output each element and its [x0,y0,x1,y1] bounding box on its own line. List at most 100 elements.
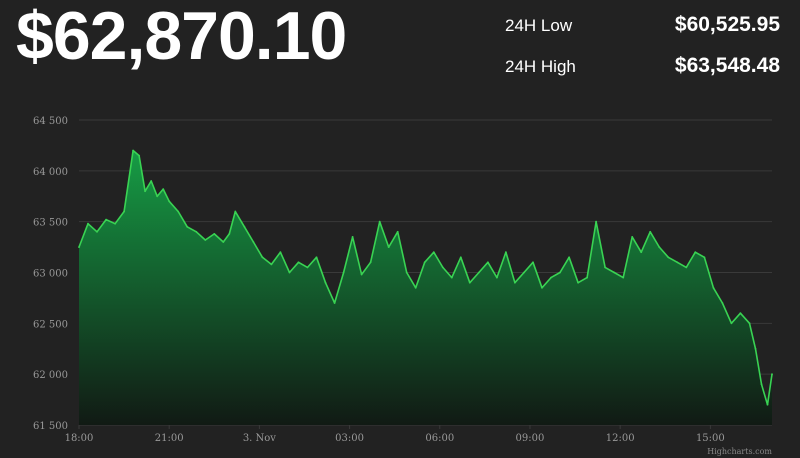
price-point [487,261,489,264]
x-tick-label: 12:00 [606,433,635,444]
price-point [114,222,116,225]
price-point [396,230,399,233]
price-point [288,271,291,274]
price-point [423,261,426,264]
price-point [667,256,670,259]
price-point [432,251,435,254]
price-point [252,241,255,243]
price-point [505,251,507,254]
x-tick-label: 15:00 [696,433,725,444]
price-point [234,210,237,213]
x-tick-label: 06:00 [425,433,454,444]
price-point [243,225,246,228]
price-point [676,261,679,264]
price-point [450,276,453,279]
price-point [204,239,207,241]
price-point [132,149,135,152]
price-point [87,222,89,225]
price-point [541,286,543,289]
price-area-fill [79,150,772,425]
price-point [324,281,327,284]
price-point [478,271,480,274]
price-point [138,154,141,157]
price-point [195,230,198,233]
price-point [306,266,309,269]
price-point [568,256,570,259]
price-point [730,322,733,325]
price-point [405,271,408,274]
x-tick-label: 03:00 [335,433,364,444]
price-point [496,276,498,279]
price-point [760,383,763,386]
price-point [577,281,579,284]
low-24h-label: 24H Low [505,16,573,35]
x-tick-label: 21:00 [155,433,184,444]
price-point [514,281,516,284]
price-point [771,373,773,376]
price-point [177,210,180,213]
price-point [631,236,634,238]
price-point [279,251,282,254]
y-tick-label: 62 500 [33,319,68,330]
price-point [156,195,159,198]
price-point [387,246,390,249]
price-point [441,266,444,269]
price-point [754,347,757,350]
price-point [96,230,98,233]
price-point [613,271,616,274]
price-point [144,190,147,193]
x-tick-label: 3. Nov [243,433,276,444]
price-point [748,322,751,325]
price-point [150,180,153,182]
price-point [414,286,417,289]
price-point [333,302,336,304]
price-point [523,271,525,274]
price-point [586,276,588,279]
price-point [351,236,354,238]
price-point [559,271,561,274]
price-point [222,241,225,243]
price-point [261,256,264,259]
price-point [270,263,273,266]
y-tick-label: 64 000 [33,167,68,178]
y-tick-label: 63 000 [33,269,68,280]
price-point [703,256,706,259]
high-24h-row: 24H High $63,548.48 [505,51,780,92]
price-point [78,246,80,249]
price-point [550,276,552,279]
price-point [168,200,171,203]
current-price: $62,870.10 [16,0,347,74]
price-point [640,251,643,254]
price-point [712,286,715,289]
price-point [468,281,471,284]
price-point [186,225,189,228]
price-point [658,246,661,249]
price-point [162,188,165,190]
price-point [315,256,318,259]
price-point [622,276,625,279]
high-24h-value: $63,548.48 [674,54,780,77]
price-point [360,273,363,276]
price-stats-panel: 24H Low $60,525.95 24H High $63,548.48 [505,10,780,92]
low-24h-value: $60,525.95 [674,13,780,36]
price-point [649,230,652,233]
price-point [721,302,724,304]
price-point [378,220,381,223]
x-tick-label: 09:00 [516,433,545,444]
price-point [459,256,462,259]
price-point [213,233,216,235]
price-point [342,271,345,274]
price-point [532,261,534,264]
price-point [369,261,372,264]
y-axis-labels: 61 500 62 000 62 500 63 000 63 500 64 000 64 5… [33,116,68,432]
price-point [105,218,107,221]
price-point [766,403,769,406]
price-point [595,220,597,223]
x-tick-label: 18:00 [65,433,94,444]
y-tick-label: 64 500 [33,116,68,127]
chart-credits: Highcharts.com [707,447,772,456]
price-point [694,251,697,254]
x-axis-labels: 18:00 21:00 3. Nov 03:00 06:00 09:00 12:00 15:0… [65,425,725,444]
high-24h-label: 24H High [505,57,576,76]
area-layer [78,149,773,425]
